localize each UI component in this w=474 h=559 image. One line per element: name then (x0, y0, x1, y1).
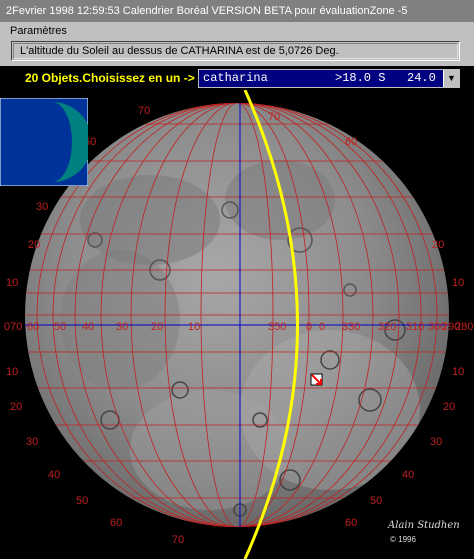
signature-text: Alain Studhen (388, 520, 460, 531)
lon-label: 30 (116, 321, 128, 333)
lon-label: 40 (82, 321, 94, 333)
lat-label: 10 (6, 277, 18, 289)
selected-object-name: catharina (203, 71, 268, 85)
lat-label: 40 (48, 469, 60, 481)
object-bar: 20 Objets.Choisissez en un -> catharina … (0, 66, 474, 90)
copyright-year: © 1996 (390, 535, 416, 544)
moon-map[interactable]: 070 60 50 40 30 20 10 350 0 0 330 320 31… (0, 90, 474, 559)
lon-label: 310 (406, 321, 424, 333)
lat-label: 10 (452, 366, 464, 378)
moon-phase-inset (0, 98, 88, 186)
dropdown-button[interactable]: ▼ (443, 70, 459, 87)
lat-label: 70 (172, 534, 184, 546)
lat-label: 60 (345, 136, 357, 148)
lat-label: 20 (432, 239, 444, 251)
lat-label: 60 (110, 517, 122, 529)
object-select[interactable]: catharina >18.0 S 24.0 E ▼ (198, 69, 460, 88)
lat-label: 70 (268, 111, 280, 123)
lat-label: 30 (26, 436, 38, 448)
menu-item-parametres[interactable]: Paramètres (10, 23, 67, 39)
objects-label: 20 Objets.Choisissez en un -> (25, 71, 195, 85)
lon-label: 070 (4, 321, 22, 333)
lat-label: 50 (370, 495, 382, 507)
window-title: 2Fevrier 1998 12:59:53 Calendrier Boréal… (6, 5, 408, 17)
chevron-down-icon: ▼ (447, 73, 456, 83)
lon-label: 330 (342, 321, 360, 333)
title-bar[interactable]: 2Fevrier 1998 12:59:53 Calendrier Boréal… (0, 0, 474, 22)
selected-object-marker[interactable] (310, 373, 323, 386)
lon-label: 20 (151, 321, 163, 333)
lon-label: 10 (188, 321, 200, 333)
lon-label: 50 (54, 321, 66, 333)
lat-label: 10 (6, 366, 18, 378)
lon-label: 0 (306, 321, 312, 333)
lat-label: 20 (28, 239, 40, 251)
lon-label: 60 (27, 321, 39, 333)
info-text: L'altitude du Soleil au dessus de CATHAR… (20, 45, 339, 57)
lat-label: 30 (36, 201, 48, 213)
lon-label: 350 (268, 321, 286, 333)
lat-label: 60 (345, 517, 357, 529)
menu-bar: Paramètres (0, 22, 474, 40)
lat-label: 20 (10, 401, 22, 413)
lon-label: 320 (378, 321, 396, 333)
lat-label: 20 (443, 401, 455, 413)
lat-label: 40 (402, 469, 414, 481)
lat-label: 30 (430, 436, 442, 448)
lat-label: 10 (452, 277, 464, 289)
lat-label: 50 (76, 495, 88, 507)
lon-label: 0 (319, 321, 325, 333)
lat-label: 70 (138, 105, 150, 117)
selected-object-coords: >18.0 S 24.0 E (335, 71, 451, 85)
info-panel: L'altitude du Soleil au dessus de CATHAR… (11, 41, 460, 61)
lon-label: 280 (455, 321, 473, 333)
